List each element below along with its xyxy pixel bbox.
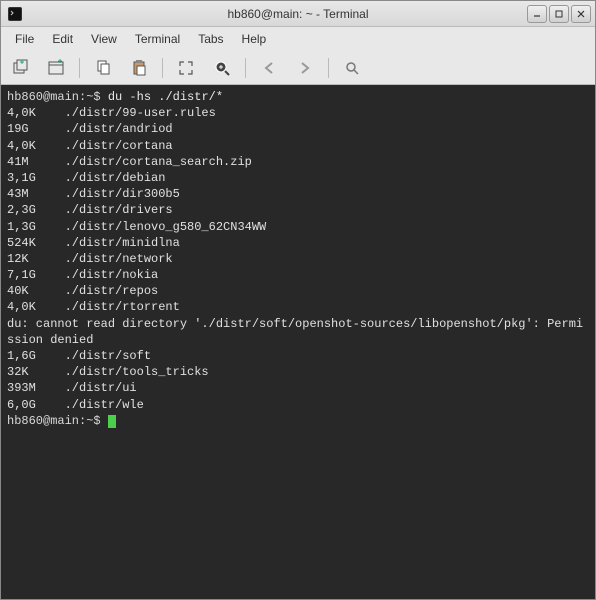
prev-tab-button[interactable] bbox=[256, 55, 282, 81]
paste-button[interactable] bbox=[126, 55, 152, 81]
new-tab-button[interactable] bbox=[7, 55, 33, 81]
minimize-button[interactable] bbox=[527, 5, 547, 23]
menubar: File Edit View Terminal Tabs Help bbox=[1, 27, 595, 51]
menu-tabs[interactable]: Tabs bbox=[190, 30, 231, 48]
zoom-button[interactable] bbox=[209, 55, 235, 81]
toolbar-separator bbox=[328, 58, 329, 78]
titlebar: hb860@main: ~ - Terminal bbox=[1, 1, 595, 27]
menu-edit[interactable]: Edit bbox=[44, 30, 81, 48]
toolbar-separator bbox=[245, 58, 246, 78]
search-button[interactable] bbox=[339, 55, 365, 81]
terminal-output[interactable]: hb860@main:~$ du -hs ./distr/* 4,0K ./di… bbox=[1, 85, 595, 599]
menu-file[interactable]: File bbox=[7, 30, 42, 48]
window-title: hb860@main: ~ - Terminal bbox=[1, 7, 595, 21]
maximize-button[interactable] bbox=[549, 5, 569, 23]
new-window-button[interactable] bbox=[43, 55, 69, 81]
toolbar bbox=[1, 51, 595, 85]
toolbar-separator bbox=[79, 58, 80, 78]
menu-view[interactable]: View bbox=[83, 30, 125, 48]
terminal-window: hb860@main: ~ - Terminal File Edit View … bbox=[0, 0, 596, 600]
toolbar-separator bbox=[162, 58, 163, 78]
next-tab-button[interactable] bbox=[292, 55, 318, 81]
copy-button[interactable] bbox=[90, 55, 116, 81]
window-controls bbox=[527, 5, 591, 23]
fullscreen-button[interactable] bbox=[173, 55, 199, 81]
menu-help[interactable]: Help bbox=[234, 30, 275, 48]
close-button[interactable] bbox=[571, 5, 591, 23]
menu-terminal[interactable]: Terminal bbox=[127, 30, 188, 48]
terminal-app-icon bbox=[7, 6, 23, 22]
